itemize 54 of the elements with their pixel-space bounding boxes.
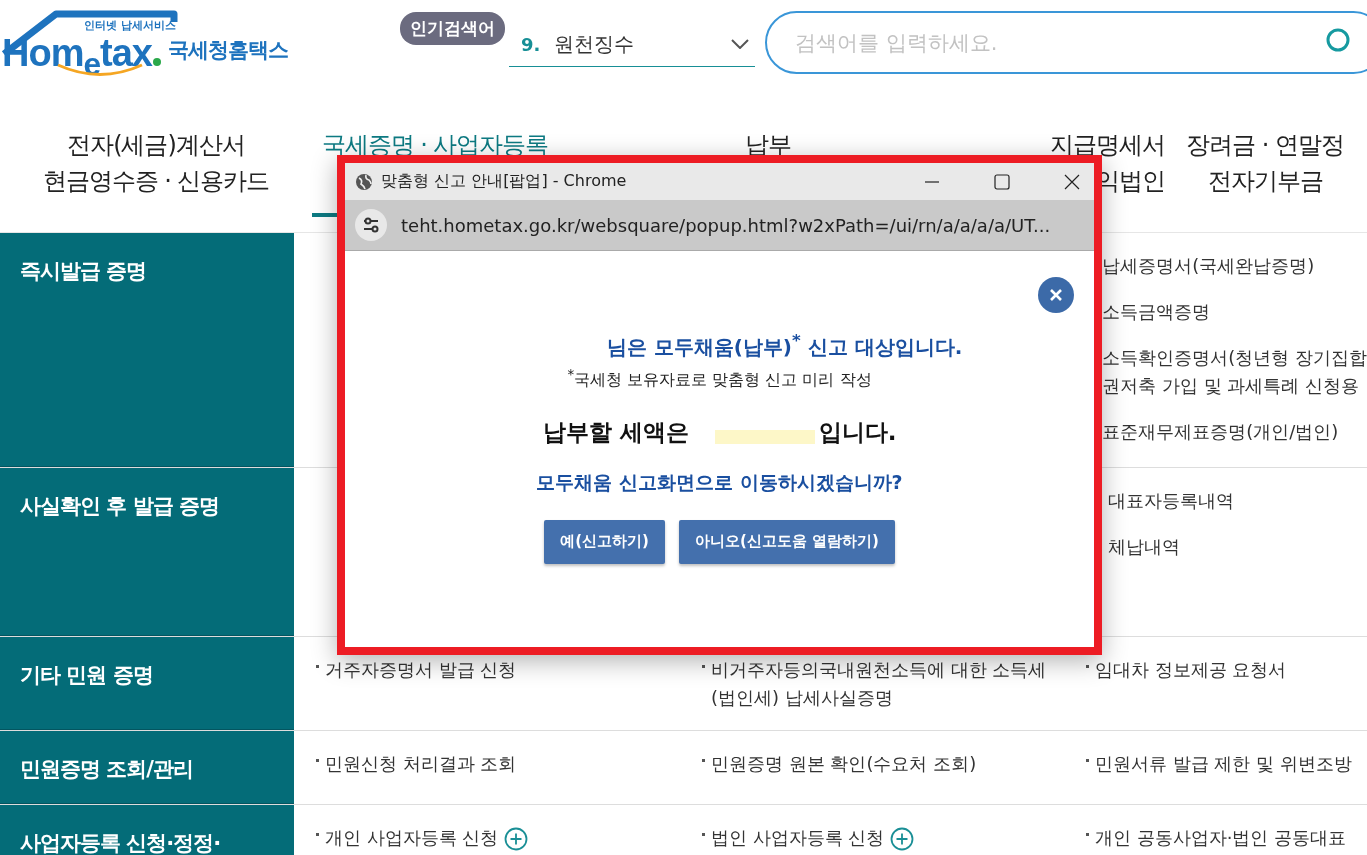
menu-link[interactable]: 권저축 가입 및 과세특례 신청용 [1102, 372, 1367, 400]
menu-link[interactable]: 소득확인증명서(청년형 장기집합 [1102, 344, 1367, 372]
menu-link[interactable]: 민원신청 처리결과 조회 [325, 750, 517, 778]
bullet-icon [316, 833, 319, 836]
chevron-down-icon [731, 39, 749, 49]
search-field[interactable]: 검색어를 입력하세요. [765, 11, 1367, 74]
close-icon[interactable] [1064, 173, 1080, 190]
url-text: teht.hometax.go.kr/websquare/popup.html?w2xPath=/ui/rn/a/a/a/a/UT... [401, 214, 1051, 236]
menu-link[interactable]: 거주자증명서 발급 신청 [325, 656, 517, 684]
bullet-icon [1086, 833, 1089, 836]
nav-menu-item[interactable]: 장려금 · 연말정 전자기부금 [1165, 95, 1365, 232]
plus-circle-icon[interactable] [504, 827, 529, 851]
menu-link[interactable]: 표준재무제표증명(개인/법인) [1102, 418, 1339, 446]
menu-link[interactable]: 대표자등록내역 [1108, 487, 1234, 515]
bullet-icon [1086, 665, 1089, 668]
notice-footnote: $^{*}$국세청 보유자료로 맞춤형 신고 미리 작성 [567, 366, 872, 391]
menu-link[interactable]: 소득금액증명 [1102, 298, 1211, 326]
plus-circle-icon[interactable] [890, 827, 915, 851]
menu-link[interactable]: 임대차 정보제공 요청서 [1095, 656, 1287, 684]
section-header: 즉시발급 증명 [0, 233, 294, 467]
popular-search-badge: 인기검색어 [400, 12, 505, 45]
menu-link[interactable]: 납세증명서(국세완납증명) [1102, 252, 1315, 280]
bullet-icon [702, 665, 705, 668]
menu-link[interactable]: 체납내역 [1108, 533, 1180, 561]
menu-link[interactable]: 민원증명 원본 확인(수요처 조회) [711, 750, 977, 778]
bullet-icon [316, 665, 319, 668]
dialog-button[interactable]: 아니오(신고도움 열람하기) [678, 520, 895, 564]
section-header: 사실확인 후 발급 증명 [0, 468, 294, 636]
confirm-question: 모두채움 신고화면으로 이동하시겠습니까? [536, 470, 903, 495]
maximize-icon[interactable] [994, 173, 1010, 190]
bullet-icon [1086, 759, 1089, 762]
amount-label: 납부할 세액은 [542, 418, 689, 447]
logo-name[interactable]: 국세청홈택스 [168, 36, 288, 64]
logo-tagline: 인터넷 납세서비스 [84, 19, 176, 32]
bullet-icon [702, 833, 705, 836]
section-header: 사업자등록 신청·정정· [0, 805, 294, 855]
site-settings-icon[interactable] [355, 209, 387, 241]
menu-link[interactable]: 비거주자등의국내원천소득에 대한 소득세(법인세) 납세사실증명 [711, 656, 1052, 712]
window-title: 맞춤형 신고 안내[팝업] - Chrome [381, 171, 628, 192]
nav-menu-item[interactable]: 전자(세금)계산서 현금영수증 · 신용카드 [0, 95, 312, 232]
section-header: 민원증명 조회/관리 [0, 731, 294, 804]
amount-suffix: 입니다. [818, 418, 897, 447]
globe-icon [355, 172, 373, 191]
bullet-icon [702, 759, 705, 762]
popular-search-dropdown[interactable]: 9. 원천징수 [509, 22, 755, 67]
menu-link[interactable]: 민원서류 발급 제한 및 위변조방 [1095, 750, 1352, 778]
bullet-icon [316, 759, 319, 762]
menu-link[interactable]: 개인 사업자등록 신청 [325, 824, 499, 852]
menu-link[interactable]: 법인 사업자등록 신청 [711, 824, 885, 852]
dialog-button[interactable]: 예(신고하기) [544, 520, 665, 564]
menu-link[interactable]: 개인 공동사업자·법인 공동대표 [1095, 824, 1347, 852]
logo-dot-icon [153, 58, 161, 66]
section-header: 기타 민원 증명 [0, 637, 294, 730]
notice-message: 님은 모두채움(납부)$^{*}$ 신고 대상입니다. [605, 331, 963, 361]
